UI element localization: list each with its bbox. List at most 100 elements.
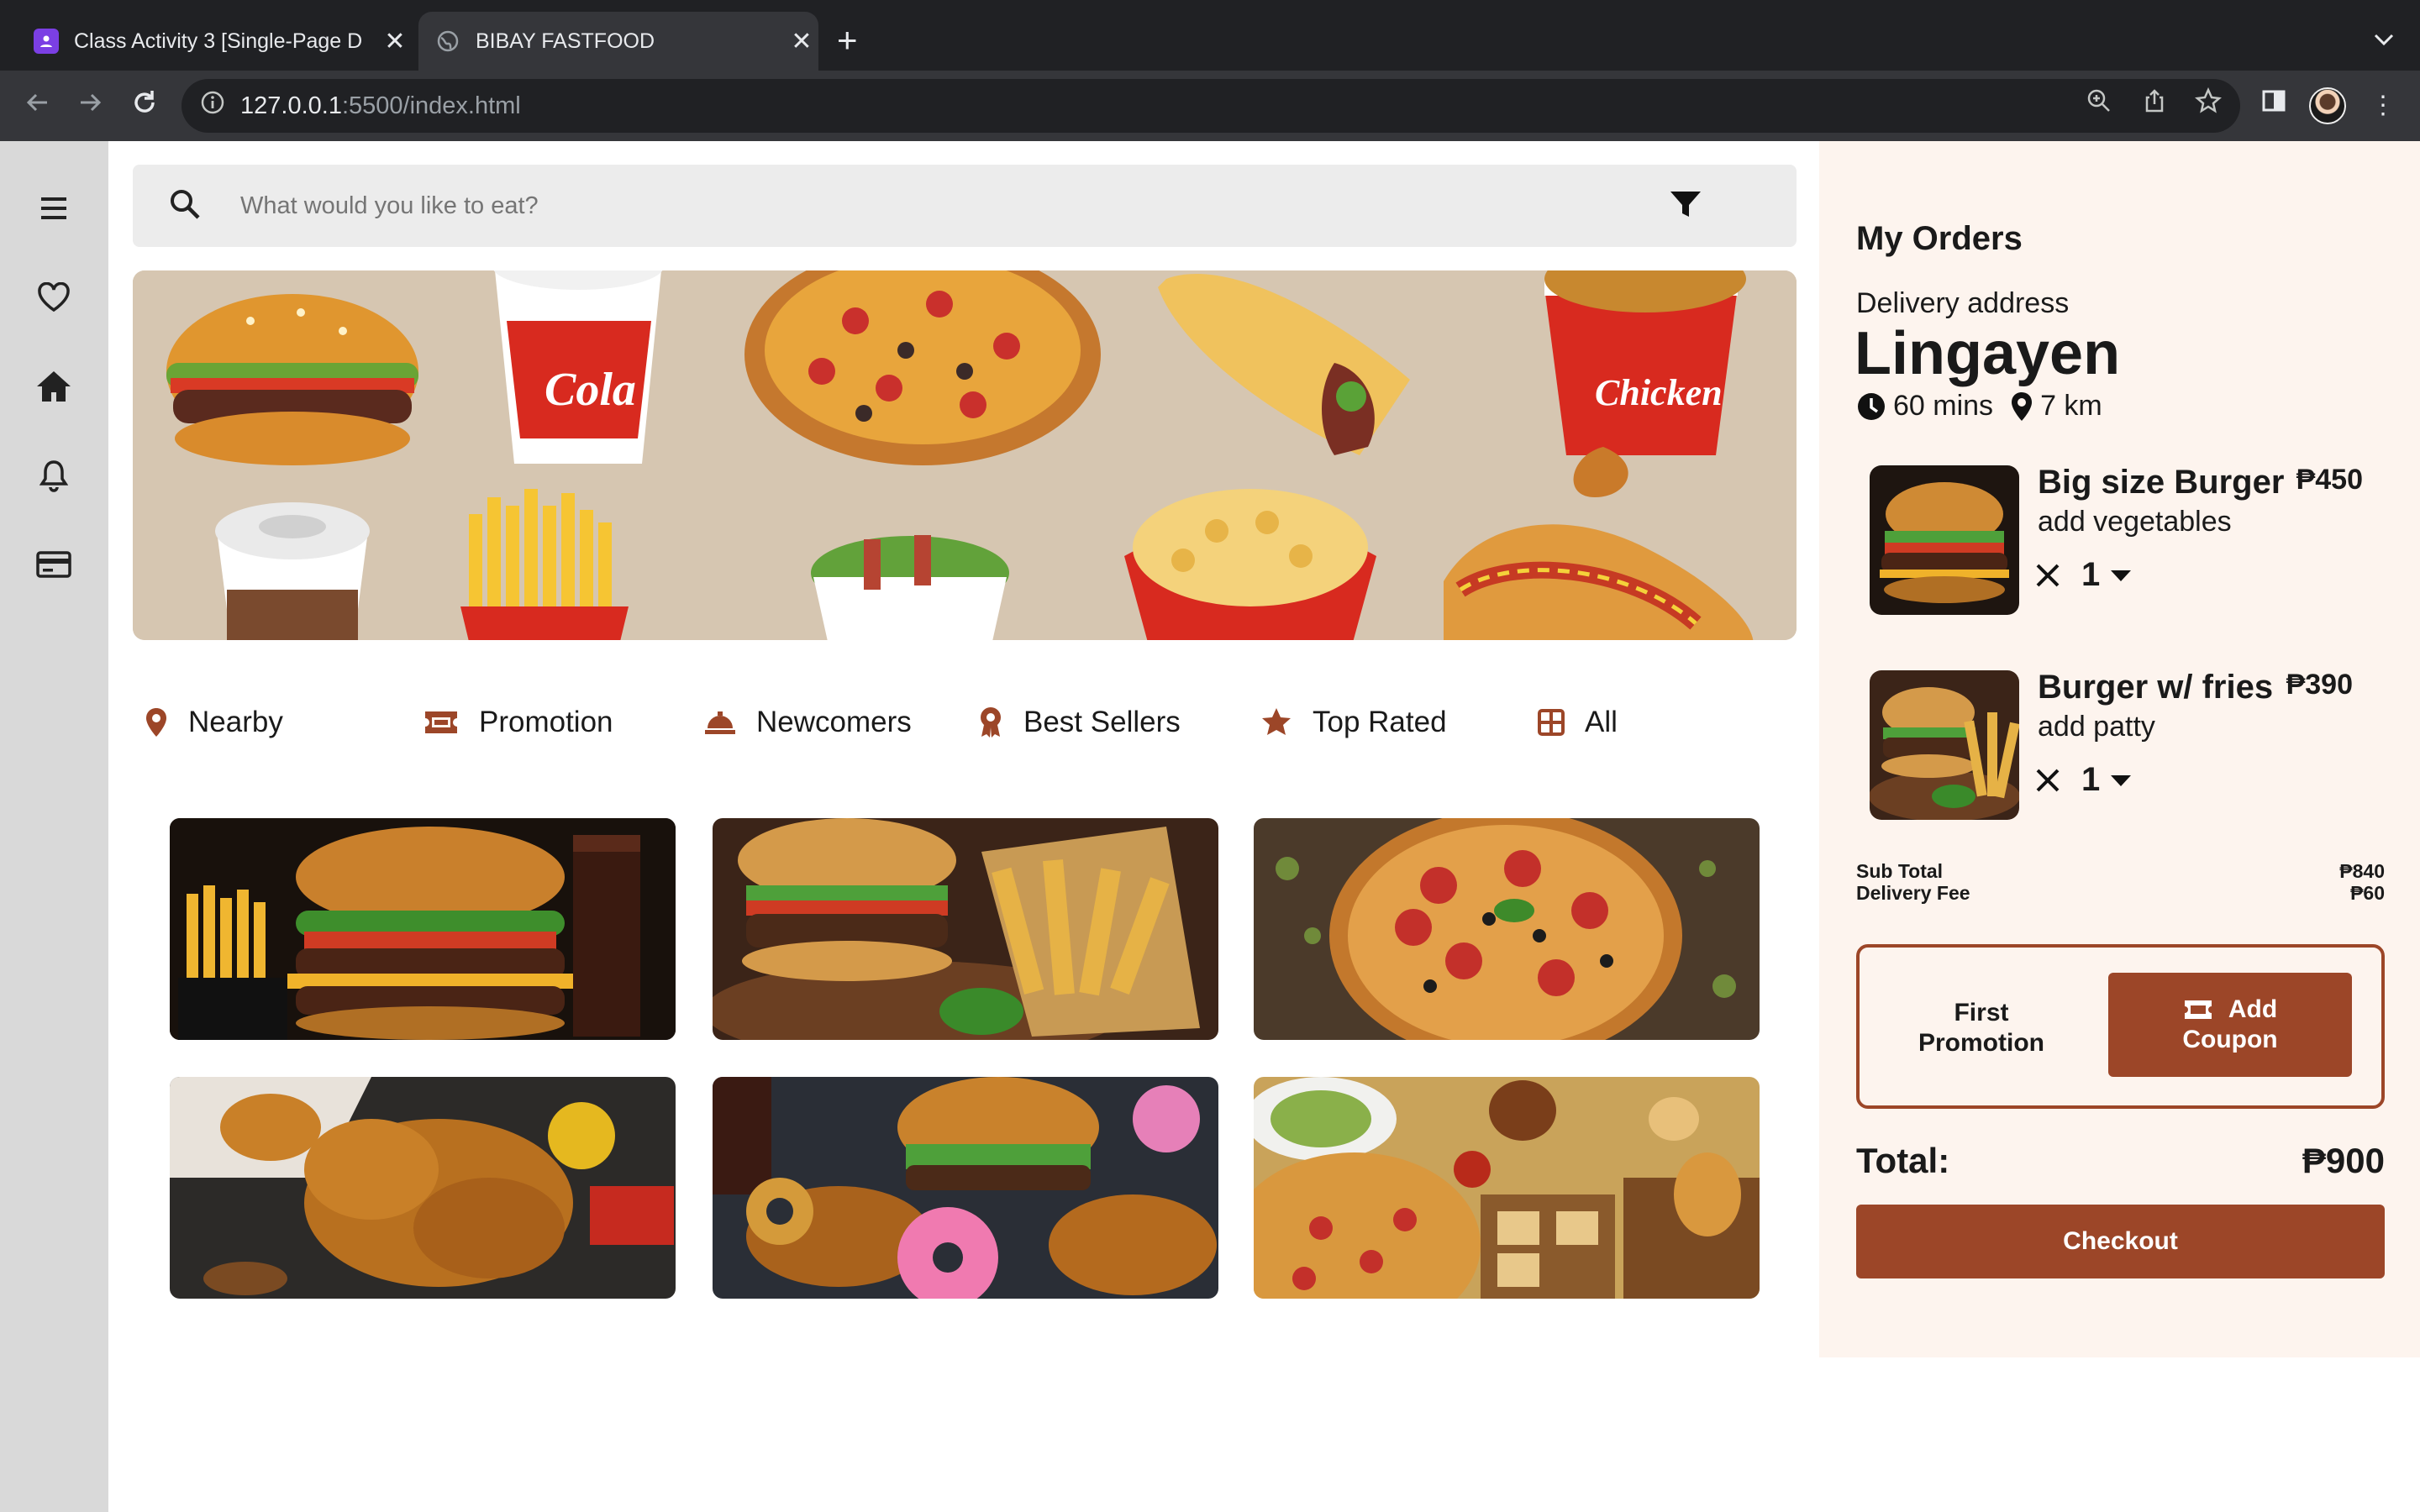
clock-icon: [1858, 392, 1885, 420]
bell-icon[interactable]: [34, 455, 74, 496]
profile-avatar[interactable]: [2309, 87, 2346, 124]
site-info-icon[interactable]: [200, 90, 225, 122]
delivery-distance: 7 km: [2040, 390, 2102, 422]
food-card-fried-chicken[interactable]: [170, 1077, 676, 1299]
order-item-image: [1870, 670, 2019, 820]
order-item-image: [1870, 465, 2019, 615]
category-label: All: [1585, 706, 1618, 738]
order-item-name: Burger w/ fries: [2038, 669, 2274, 706]
add-coupon-button[interactable]: Add Coupon: [2108, 973, 2352, 1077]
delivery-info: 60 mins 7 km: [1856, 390, 2102, 423]
location-pin-icon: [146, 708, 166, 737]
food-card-burger-combo[interactable]: [170, 818, 676, 1040]
quantity-selector[interactable]: 1: [2034, 761, 2132, 799]
reload-icon[interactable]: [126, 87, 163, 124]
quantity-selector[interactable]: 1: [2034, 556, 2132, 594]
browser-toolbar: 127.0.0.1:5500/index.html ⋮: [0, 71, 2420, 141]
delivery-fee-value: ₱60: [2350, 882, 2385, 904]
food-card-party-platter[interactable]: [1254, 1077, 1760, 1299]
new-tab-icon[interactable]: +: [837, 22, 858, 59]
tab-title: Class Activity 3 [Single-Page D: [74, 29, 363, 53]
category-promotion[interactable]: Promotion: [424, 689, 613, 756]
delivery-address: Lingayen: [1854, 320, 2121, 387]
promotion-box: First Promotion Add Coupon: [1856, 944, 2385, 1109]
tab-title: BIBAY FASTFOOD: [476, 29, 655, 53]
subtotal-label: Sub Total: [1856, 860, 1944, 882]
food-card-fast-food-mix[interactable]: [713, 1077, 1218, 1299]
category-bar: Nearby Promotion Newcomers Best Sellers …: [133, 689, 1797, 756]
coupon-ticket-icon: [2184, 1000, 2212, 1019]
order-item-price: ₱390: [2286, 669, 2353, 701]
search-bar: [133, 165, 1797, 247]
address-bar[interactable]: 127.0.0.1:5500/index.html: [182, 79, 2240, 133]
delivery-fee-label: Delivery Fee: [1856, 882, 1970, 904]
search-input[interactable]: [240, 192, 1669, 220]
home-icon[interactable]: [34, 366, 74, 407]
first-promotion-label[interactable]: First Promotion: [1893, 998, 2070, 1058]
order-item-note: add vegetables: [2038, 506, 2232, 538]
browser-tab-bibay[interactable]: BIBAY FASTFOOD ✕: [418, 12, 818, 71]
url-text: 127.0.0.1:5500/index.html: [240, 92, 521, 119]
more-menu-icon[interactable]: ⋮: [2365, 87, 2402, 124]
order-item-price: ₱450: [2296, 464, 2363, 496]
category-label: Promotion: [479, 706, 613, 738]
caret-down-icon[interactable]: [2110, 774, 2132, 787]
star-icon: [1262, 708, 1291, 735]
location-pin-icon: [2012, 391, 2033, 421]
banner-cup-image: [215, 502, 370, 640]
app-sidebar: [0, 141, 108, 1512]
heart-icon[interactable]: [34, 277, 74, 318]
browser-tab-class-activity[interactable]: Class Activity 3 [Single-Page D ✕: [17, 12, 412, 71]
close-tab-icon[interactable]: ✕: [785, 27, 818, 56]
category-nearby[interactable]: Nearby: [145, 689, 283, 756]
total-value: ₱900: [2302, 1141, 2385, 1180]
category-label: Top Rated: [1313, 706, 1447, 738]
banner-burger-image: [166, 294, 418, 465]
category-top-rated[interactable]: Top Rated: [1260, 689, 1447, 756]
remove-item-icon[interactable]: [2034, 562, 2061, 589]
category-best-sellers[interactable]: Best Sellers: [978, 689, 1181, 756]
quantity-value: 1: [2081, 761, 2101, 798]
menu-icon[interactable]: [34, 188, 74, 228]
tab-search-chevron-icon[interactable]: [2373, 25, 2395, 52]
share-icon[interactable]: [2136, 87, 2173, 124]
category-all[interactable]: All: [1538, 689, 1618, 756]
caret-down-icon[interactable]: [2110, 569, 2132, 582]
globe-icon: [435, 29, 460, 54]
browser-tab-strip: Class Activity 3 [Single-Page D ✕ BIBAY …: [0, 0, 2420, 71]
ticket-icon: [425, 711, 457, 733]
category-label: Newcomers: [756, 706, 912, 738]
banner-cola-label: Cola: [544, 364, 636, 416]
orders-panel: My Orders Delivery address Lingayen 60 m…: [1819, 141, 2420, 1357]
category-label: Best Sellers: [1023, 706, 1181, 738]
delivery-time: 60 mins: [1893, 390, 1994, 422]
search-icon[interactable]: [168, 187, 202, 225]
back-icon[interactable]: [18, 87, 55, 124]
category-label: Nearby: [188, 706, 283, 738]
service-bell-icon: [705, 711, 735, 734]
food-card-burger-fries[interactable]: [713, 818, 1218, 1040]
checkout-button[interactable]: Checkout: [1856, 1205, 2385, 1278]
remove-item-icon[interactable]: [2034, 767, 2061, 794]
credit-card-icon[interactable]: [34, 544, 74, 585]
side-panel-icon[interactable]: [2255, 87, 2292, 124]
banner-cola-image: Cola: [493, 270, 663, 464]
category-newcomers[interactable]: Newcomers: [704, 689, 912, 756]
award-ribbon-icon: [981, 707, 1001, 738]
banner-popcorn-image: [1124, 489, 1376, 640]
subtotal-value: ₱840: [2339, 860, 2385, 882]
bookmark-star-icon[interactable]: [2190, 87, 2227, 124]
order-item-note: add patty: [2038, 711, 2155, 743]
food-banner: Cola Chicken: [133, 270, 1797, 640]
total-label: Total:: [1856, 1141, 1950, 1180]
grid-icon: [1538, 709, 1565, 736]
zoom-icon[interactable]: [2081, 87, 2118, 124]
food-card-pizza[interactable]: [1254, 818, 1760, 1040]
order-item-name: Big size Burger: [2038, 464, 2285, 501]
filter-icon[interactable]: [1669, 190, 1702, 223]
forward-icon[interactable]: [72, 87, 109, 124]
close-tab-icon[interactable]: ✕: [378, 27, 412, 56]
classroom-icon: [34, 29, 59, 54]
delivery-address-label: Delivery address: [1856, 287, 2070, 319]
banner-chicken-label: Chicken: [1595, 372, 1723, 413]
